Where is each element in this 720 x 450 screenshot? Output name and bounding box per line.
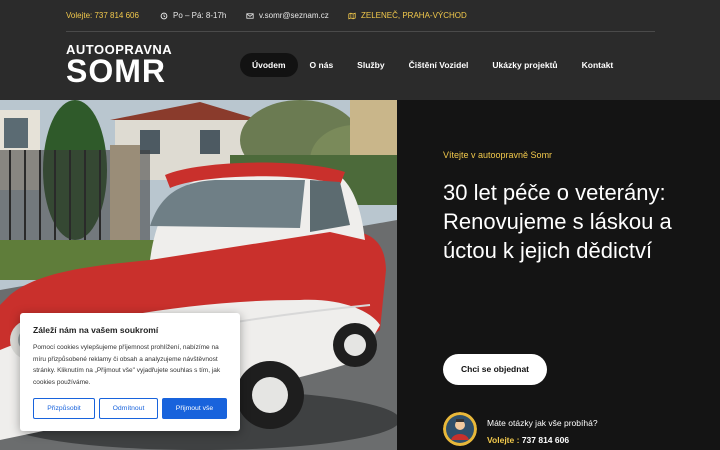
top-bar: Volejte: 737 814 606 Po – Pá: 8-17h v.so… xyxy=(66,0,655,32)
hero-question: Máte otázky jak vše probíhá? xyxy=(487,418,598,428)
mechanic-avatar xyxy=(443,412,477,446)
order-button[interactable]: Chci se objednat xyxy=(443,354,547,385)
cookie-customize-button[interactable]: Přizpůsobit xyxy=(33,398,95,419)
topbar-hours-text: Po – Pá: 8-17h xyxy=(173,11,227,20)
cookie-title: Záleží nám na vašem soukromí xyxy=(33,325,159,335)
main-nav: Úvodem O nás Služby Čištění Vozidel Ukáz… xyxy=(240,53,625,77)
topbar-email-text[interactable]: v.somr@seznam.cz xyxy=(259,11,329,20)
topbar-phone[interactable]: Volejte: 737 814 606 xyxy=(66,11,139,20)
nav-item-ukazky-projektu[interactable]: Ukázky projektů xyxy=(480,53,569,77)
hero-panel: Vítejte v autoopravně Somr 30 let péče o… xyxy=(397,100,720,450)
hero-phone[interactable]: Volejte : 737 814 606 xyxy=(487,435,569,445)
nav-item-uvodem[interactable]: Úvodem xyxy=(240,53,298,77)
topbar-location-text: ZELENEČ, PRAHA-VÝCHOD xyxy=(361,11,467,20)
site-header: Volejte: 737 814 606 Po – Pá: 8-17h v.so… xyxy=(0,0,720,100)
nav-item-cisteni-vozidel[interactable]: Čištění Vozidel xyxy=(397,53,481,77)
nav-item-o-nas[interactable]: O nás xyxy=(298,53,346,77)
cookie-text: Pomocí cookies vylepšujeme příjemnost pr… xyxy=(33,344,221,386)
site-logo[interactable]: AUTOOPRAVNA SOMR xyxy=(66,43,172,89)
nav-item-sluzby[interactable]: Služby xyxy=(345,53,396,77)
cookie-accept-button[interactable]: Přijmout vše xyxy=(162,398,227,419)
hero-phone-label: Volejte : xyxy=(487,435,520,445)
topbar-hours: Po – Pá: 8-17h xyxy=(160,11,226,20)
hero-title: 30 let péče o veterány: Renovujeme s lás… xyxy=(443,180,672,263)
hero-subtitle: Vítejte v autoopravně Somr xyxy=(443,150,553,160)
logo-line-2: SOMR xyxy=(66,53,166,89)
topbar-location: ZELENEČ, PRAHA-VÝCHOD xyxy=(348,11,467,20)
map-icon xyxy=(348,12,356,20)
clock-icon xyxy=(160,12,168,20)
hero-phone-number[interactable]: 737 814 606 xyxy=(522,435,569,445)
cookie-consent-banner: Záleží nám na vašem soukromí Pomocí cook… xyxy=(20,313,240,431)
nav-item-kontakt[interactable]: Kontakt xyxy=(570,53,626,77)
mail-icon xyxy=(246,12,254,20)
cookie-reject-button[interactable]: Odmítnout xyxy=(99,398,158,419)
topbar-email[interactable]: v.somr@seznam.cz xyxy=(246,11,329,20)
